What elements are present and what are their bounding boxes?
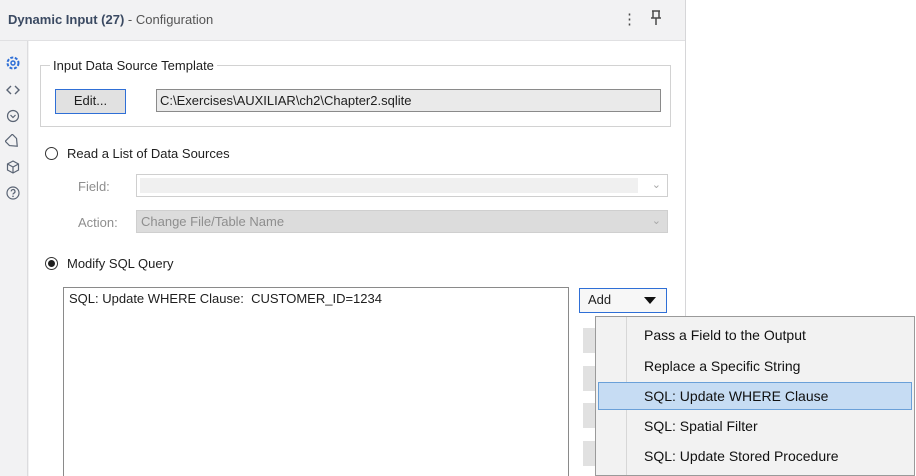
template-path-field[interactable]: C:\Exercises\AUXILIAR\ch2\Chapter2.sqlit… [156, 89, 661, 112]
panel-header: Dynamic Input (27) - Configuration ⋮ [0, 0, 685, 41]
vertical-ellipsis-icon[interactable]: ⋮ [622, 10, 637, 28]
tag-icon[interactable] [4, 133, 21, 150]
field-dropdown-value-area [140, 178, 638, 193]
sql-modifications-list[interactable]: SQL: Update WHERE Clause: CUSTOMER_ID=12… [63, 287, 569, 476]
sidebar [0, 41, 28, 476]
cube-icon[interactable] [5, 159, 21, 175]
radio-selected-dot [48, 260, 55, 267]
field-label: Field: [78, 179, 110, 194]
field-dropdown[interactable]: ⌄ [136, 174, 668, 197]
chevron-down-icon: ⌄ [651, 215, 661, 227]
help-icon[interactable] [5, 185, 21, 201]
gear-icon[interactable] [5, 55, 21, 71]
action-label: Action: [78, 215, 118, 230]
action-dropdown[interactable]: Change File/Table Name ⌄ [136, 210, 668, 233]
modify-sql-label: Modify SQL Query [67, 256, 174, 271]
tool-name: Dynamic Input (27) [8, 12, 125, 27]
add-button-label: Add [588, 292, 612, 307]
modify-sql-radio[interactable] [45, 257, 58, 270]
pin-icon[interactable] [650, 10, 662, 30]
layers-icon[interactable] [5, 108, 21, 124]
menu-item-pass-field[interactable]: Pass a Field to the Output [598, 321, 912, 349]
code-icon[interactable] [5, 82, 21, 98]
add-dropdown-button[interactable]: Add [579, 288, 667, 313]
menu-item-spatial-filter[interactable]: SQL: Spatial Filter [598, 412, 912, 440]
add-dropdown-menu: Pass a Field to the Output Replace a Spe… [595, 316, 915, 476]
template-group-legend: Input Data Source Template [50, 58, 217, 73]
read-list-label: Read a List of Data Sources [67, 146, 230, 161]
action-dropdown-value: Change File/Table Name [141, 214, 285, 229]
sql-modification-item[interactable]: SQL: Update WHERE Clause: CUSTOMER_ID=12… [69, 291, 382, 306]
configuration-content: Input Data Source Template Edit... C:\Ex… [29, 41, 685, 476]
panel-title: Dynamic Input (27) - Configuration [8, 12, 213, 27]
panel-subtitle: - Configuration [124, 12, 214, 27]
edit-button[interactable]: Edit... [55, 89, 126, 114]
menu-item-update-where[interactable]: SQL: Update WHERE Clause [598, 382, 912, 410]
configuration-panel: Dynamic Input (27) - Configuration ⋮ Inp… [0, 0, 686, 476]
dropdown-arrow-icon [644, 297, 656, 304]
menu-item-stored-procedure[interactable]: SQL: Update Stored Procedure [598, 442, 912, 470]
menu-item-replace-string[interactable]: Replace a Specific String [598, 352, 912, 380]
read-list-radio[interactable] [45, 147, 58, 160]
chevron-down-icon: ⌄ [651, 179, 661, 191]
